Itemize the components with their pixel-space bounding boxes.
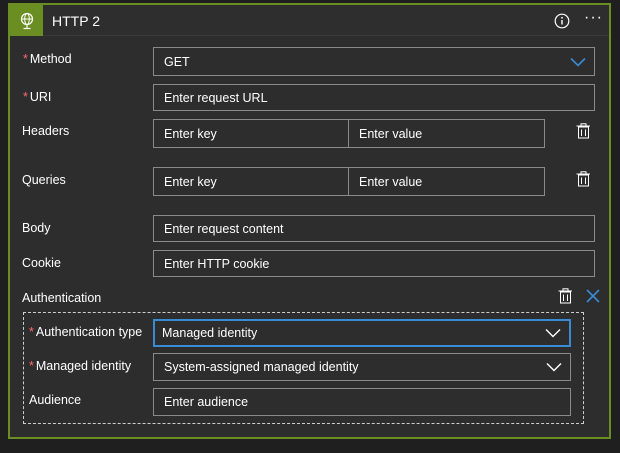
audience-input[interactable]: Enter audience — [153, 388, 571, 416]
action-icon-box — [10, 5, 43, 36]
authentication-type-dropdown[interactable]: Managed identity — [153, 319, 571, 347]
managed-identity-label: * Managed identity — [29, 359, 132, 373]
uri-input[interactable]: Enter request URL — [153, 84, 595, 111]
method-label: * Method — [23, 52, 72, 66]
more-options-icon[interactable]: ··· — [584, 10, 604, 27]
authentication-group: * Authentication type Managed identity * M… — [23, 312, 584, 424]
close-icon[interactable] — [585, 288, 601, 304]
cookie-input[interactable]: Enter HTTP cookie — [153, 250, 595, 277]
queries-value-input[interactable]: Enter value — [348, 167, 545, 196]
info-icon[interactable] — [554, 13, 570, 29]
headers-value-input[interactable]: Enter value — [348, 119, 545, 148]
authentication-label: Authentication — [22, 291, 102, 305]
card-header[interactable]: HTTP 2 ··· — [10, 5, 609, 36]
chevron-down-icon — [570, 57, 586, 67]
authentication-delete-icon[interactable] — [557, 288, 573, 304]
body-input[interactable]: Enter request content — [153, 215, 595, 242]
globe-icon — [20, 12, 33, 29]
authentication-type-label: * Authentication type — [29, 325, 143, 339]
method-dropdown[interactable]: GET — [153, 47, 595, 76]
cookie-label: Cookie — [22, 256, 61, 270]
queries-delete-icon[interactable] — [575, 171, 591, 187]
headers-key-input[interactable]: Enter key — [153, 119, 349, 148]
chevron-down-icon — [546, 363, 562, 372]
method-value: GET — [164, 54, 190, 69]
headers-label: Headers — [22, 124, 70, 138]
headers-delete-icon[interactable] — [575, 123, 591, 139]
managed-identity-dropdown[interactable]: System-assigned managed identity — [153, 353, 571, 381]
http-action-card: HTTP 2 ··· * Method GET * URI Enter reques… — [8, 3, 611, 439]
card-title[interactable]: HTTP 2 — [52, 13, 100, 29]
queries-label: Queries — [22, 173, 66, 187]
queries-key-input[interactable]: Enter key — [153, 167, 349, 196]
body-label: Body — [22, 221, 51, 235]
chevron-down-icon — [545, 329, 561, 338]
audience-label: Audience — [29, 393, 82, 407]
uri-label: * URI — [23, 90, 52, 104]
